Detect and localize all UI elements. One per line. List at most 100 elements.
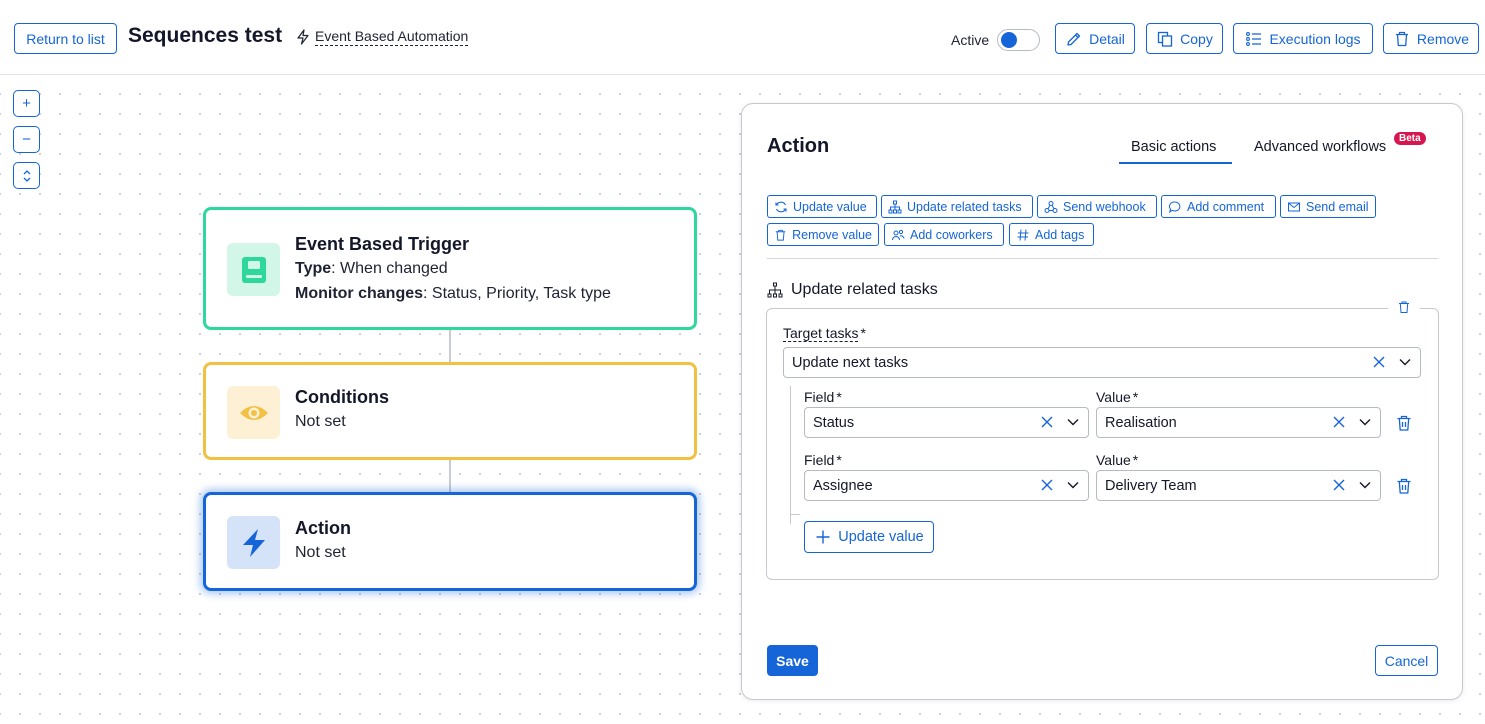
value-select[interactable]: Delivery Team: [1096, 470, 1381, 501]
page-title: Sequences test: [128, 24, 283, 47]
field-select[interactable]: Status: [804, 407, 1089, 438]
zoom-out-button[interactable]: −: [13, 126, 40, 153]
refresh-icon: [775, 201, 787, 212]
field-select-value: Status: [813, 414, 855, 431]
required-mark: *: [1132, 452, 1139, 468]
chip-send-email-label: Send email: [1306, 199, 1369, 214]
conditions-node[interactable]: Conditions Not set: [203, 362, 697, 460]
value-select-value: Delivery Team: [1105, 477, 1197, 494]
chevron-down-icon[interactable]: [1066, 478, 1080, 492]
tree-line: [790, 386, 791, 524]
return-to-list-button[interactable]: Return to list: [14, 23, 117, 54]
group-remove-button[interactable]: [1388, 300, 1420, 316]
required-mark: *: [1132, 389, 1139, 405]
trigger-monitor-key: Monitor changes: [295, 285, 424, 302]
trigger-book-icon: [241, 256, 266, 283]
required-mark: *: [860, 325, 866, 341]
copy-button[interactable]: Copy: [1146, 23, 1223, 54]
value-label-text: Value: [1096, 452, 1131, 468]
chip-update-value-label: Update value: [793, 199, 867, 214]
save-button[interactable]: Save: [767, 645, 818, 676]
field-select[interactable]: Assignee: [804, 470, 1089, 501]
eye-icon: [239, 405, 268, 420]
required-mark: *: [836, 389, 842, 405]
automation-type[interactable]: Event Based Automation: [296, 28, 469, 46]
chip-update-value[interactable]: Update value: [767, 195, 877, 218]
email-icon: [1288, 202, 1300, 211]
chip-send-email[interactable]: Send email: [1280, 195, 1376, 218]
automation-type-label: Event Based Automation: [315, 28, 469, 46]
hash-icon: [1017, 228, 1029, 241]
fit-view-button[interactable]: [13, 162, 40, 189]
return-to-list-label: Return to list: [26, 30, 105, 47]
conditions-title: Conditions: [295, 387, 389, 407]
detail-button[interactable]: Detail: [1055, 23, 1135, 54]
trigger-monitor-value: : Status, Priority, Task type: [423, 285, 611, 302]
tab-basic-actions[interactable]: Basic actions: [1131, 139, 1216, 155]
lightning-icon: [297, 29, 309, 45]
chevron-down-icon[interactable]: [1358, 415, 1372, 429]
trigger-type-key: Type: [295, 260, 332, 277]
comment-icon: [1168, 200, 1181, 213]
trigger-node[interactable]: Event Based Trigger Type: When changed M…: [203, 207, 697, 330]
field-label: Field *: [804, 389, 842, 405]
target-tasks-label-text: Target tasks: [783, 325, 859, 342]
clear-icon[interactable]: [1332, 478, 1346, 492]
chevron-down-icon[interactable]: [1358, 478, 1372, 492]
remove-row-icon[interactable]: [1395, 414, 1413, 432]
cancel-button[interactable]: Cancel: [1375, 645, 1438, 676]
hierarchy-icon: [888, 200, 902, 213]
action-node[interactable]: Action Not set: [203, 492, 697, 591]
chip-add-tags[interactable]: Add tags: [1009, 223, 1094, 246]
value-select[interactable]: Realisation: [1096, 407, 1381, 438]
conditions-icon-box: [227, 386, 280, 439]
value-label-text: Value: [1096, 389, 1131, 405]
zoom-in-button[interactable]: +: [13, 90, 40, 117]
clear-icon[interactable]: [1040, 478, 1054, 492]
trash-icon: [1395, 31, 1408, 46]
webhook-icon: [1044, 200, 1058, 213]
chevron-down-icon[interactable]: [1398, 355, 1412, 369]
chip-add-coworkers-label: Add coworkers: [910, 227, 993, 242]
trash-icon: [775, 229, 786, 241]
chip-remove-value-label: Remove value: [792, 227, 872, 242]
chip-update-related-tasks[interactable]: Update related tasks: [881, 195, 1033, 218]
connector-line: [449, 460, 451, 493]
conditions-status: Not set: [295, 413, 346, 430]
copy-label: Copy: [1180, 30, 1213, 47]
chip-add-comment-label: Add comment: [1187, 199, 1265, 214]
chip-add-coworkers[interactable]: Add coworkers: [884, 223, 1004, 246]
list-icon: [1246, 31, 1262, 46]
clear-icon[interactable]: [1332, 415, 1346, 429]
chevron-down-icon[interactable]: [1066, 415, 1080, 429]
lightning-icon: [242, 528, 265, 557]
select-controls: [1332, 415, 1372, 429]
add-update-value-button[interactable]: Update value: [804, 521, 934, 553]
clear-icon[interactable]: [1372, 355, 1386, 369]
execution-logs-button[interactable]: Execution logs: [1233, 23, 1373, 54]
select-controls: [1040, 478, 1080, 492]
expand-vertical-icon: [23, 169, 30, 182]
chip-send-webhook[interactable]: Send webhook: [1037, 195, 1157, 218]
tab-advanced-workflows[interactable]: Advanced workflows: [1254, 139, 1386, 155]
active-toggle[interactable]: [997, 29, 1041, 51]
chip-add-comment[interactable]: Add comment: [1161, 195, 1276, 218]
remove-button[interactable]: Remove: [1383, 23, 1479, 54]
target-tasks-value: Update next tasks: [792, 354, 909, 371]
select-controls: [1332, 478, 1372, 492]
add-update-value-label: Update value: [838, 529, 924, 545]
execution-logs-label: Execution logs: [1269, 30, 1361, 47]
active-label: Active: [951, 32, 990, 48]
target-tasks-select[interactable]: Update next tasks: [783, 347, 1421, 378]
chip-update-related-tasks-label: Update related tasks: [907, 199, 1022, 214]
chip-send-webhook-label: Send webhook: [1063, 199, 1146, 214]
hierarchy-icon: [767, 282, 783, 298]
remove-row-icon[interactable]: [1395, 477, 1413, 495]
clear-icon[interactable]: [1040, 415, 1054, 429]
chip-remove-value[interactable]: Remove value: [767, 223, 879, 246]
action-icon-box: [227, 516, 280, 569]
trigger-type: Type: When changed: [295, 260, 448, 278]
target-tasks-label: Target tasks *: [783, 325, 866, 342]
value-select-value: Realisation: [1105, 414, 1177, 431]
trigger-icon-box: [227, 243, 280, 296]
